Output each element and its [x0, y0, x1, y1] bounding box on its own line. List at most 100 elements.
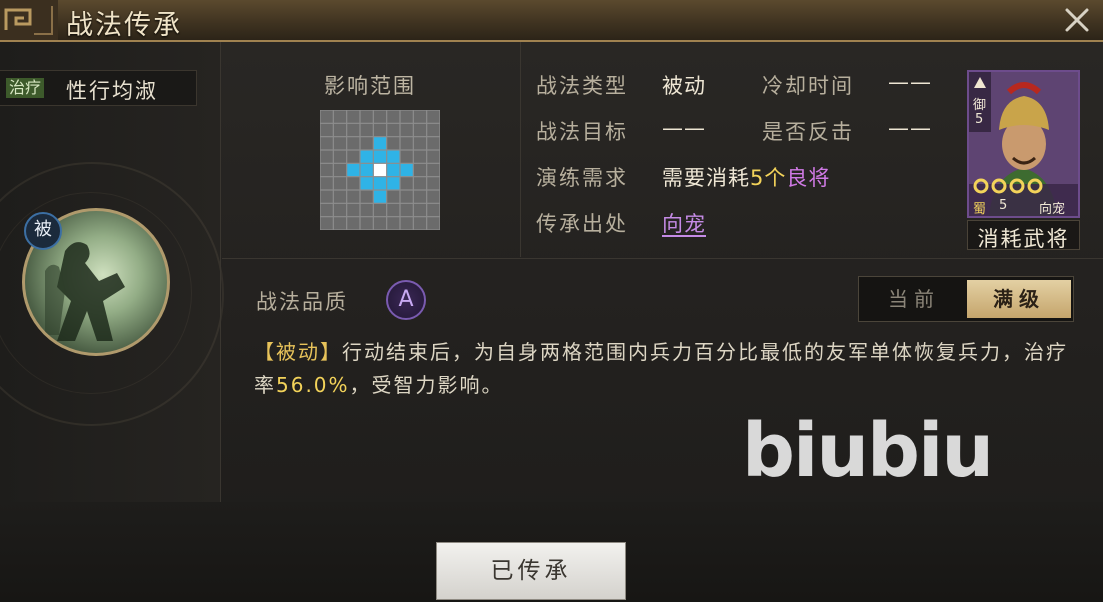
general-level: 5 — [999, 198, 1008, 213]
range-affected-cell — [347, 163, 360, 177]
range-cell — [400, 137, 413, 150]
range-cell — [427, 150, 440, 163]
range-cell — [400, 217, 413, 230]
train-requirement-value: 需要消耗5个良将 — [662, 162, 830, 192]
current-level-tab[interactable]: 当前 — [862, 280, 966, 318]
range-cell — [333, 177, 347, 190]
range-cell — [360, 137, 373, 150]
general-cost: 5 — [975, 112, 984, 127]
window-title: 战法传承 — [66, 10, 182, 41]
range-cell — [413, 203, 427, 217]
range-cell — [387, 123, 400, 137]
range-cell — [333, 190, 347, 203]
range-cell — [333, 123, 347, 137]
range-cell — [427, 217, 440, 230]
range-affected-cell — [373, 190, 387, 203]
range-cell — [400, 123, 413, 137]
cooldown-value: —— — [888, 70, 932, 94]
range-cell — [413, 150, 427, 163]
skill-inherit-window: 战法传承 治疗 性行均淑 被 影响范围 战法类型 被动 冷却时间 —— 战法目标… — [0, 0, 1103, 602]
level-toggle: 当前 满级 — [858, 276, 1074, 322]
range-cell — [427, 190, 440, 203]
range-cell — [413, 137, 427, 150]
range-cell — [320, 150, 333, 163]
max-level-tab[interactable]: 满级 — [967, 280, 1071, 318]
range-center-cell — [373, 163, 387, 177]
range-cell — [320, 190, 333, 203]
range-cell — [373, 217, 387, 230]
range-cell — [347, 177, 360, 190]
range-cell — [413, 217, 427, 230]
cooldown-label: 冷却时间 — [762, 74, 854, 98]
range-cell — [413, 177, 427, 190]
skill-category-chip: 治疗 — [6, 78, 45, 98]
inherited-button[interactable]: 已传承 — [436, 542, 626, 600]
train-count: 5个 — [750, 166, 787, 190]
range-cell — [347, 110, 360, 123]
general-type: 御 — [973, 98, 987, 113]
range-cell — [373, 123, 387, 137]
skill-name-tag: 治疗 性行均淑 — [0, 70, 197, 106]
skill-target-value: —— — [662, 116, 706, 140]
counter-label: 是否反击 — [762, 120, 854, 144]
range-cell — [347, 137, 360, 150]
range-cell — [413, 110, 427, 123]
range-cell — [360, 190, 373, 203]
train-prefix: 需要消耗 — [662, 166, 750, 190]
train-requirement-label: 演练需求 — [536, 166, 628, 190]
range-cell — [320, 137, 333, 150]
train-item: 良将 — [786, 166, 831, 190]
range-cell — [360, 217, 373, 230]
range-cell — [333, 110, 347, 123]
heal-rate: 56.0% — [276, 373, 350, 397]
range-cell — [387, 190, 400, 203]
range-cell — [427, 163, 440, 177]
range-cell — [427, 137, 440, 150]
title-bar: 战法传承 — [0, 0, 1103, 42]
range-cell — [320, 177, 333, 190]
range-affected-cell — [373, 177, 387, 190]
range-cell — [427, 177, 440, 190]
title-ornament-icon — [0, 0, 58, 40]
watermark-text: biubiu — [742, 408, 994, 494]
range-cell — [400, 177, 413, 190]
skill-type-value: 被动 — [662, 74, 706, 98]
range-label: 影响范围 — [324, 74, 416, 98]
range-cell — [347, 217, 360, 230]
range-affected-cell — [373, 150, 387, 163]
quality-grade-badge: A — [386, 280, 426, 320]
origin-general-link[interactable]: 向宠 — [662, 208, 706, 238]
range-cell — [360, 110, 373, 123]
range-cell — [320, 110, 333, 123]
range-cell — [400, 150, 413, 163]
range-cell — [333, 137, 347, 150]
range-cell — [373, 203, 387, 217]
range-cell — [400, 190, 413, 203]
range-cell — [360, 203, 373, 217]
quality-label: 战法品质 — [256, 290, 348, 314]
range-cell — [427, 110, 440, 123]
general-portrait: 御 5 蜀 5 向宠 — [967, 70, 1080, 218]
range-affected-cell — [360, 163, 373, 177]
center-divider — [520, 42, 521, 257]
unit-type-icon — [974, 77, 986, 88]
skill-type-label: 战法类型 — [536, 74, 628, 98]
range-cell — [400, 203, 413, 217]
range-cell — [333, 150, 347, 163]
description-tag: 【被动】 — [254, 340, 342, 364]
range-affected-cell — [360, 150, 373, 163]
skill-name: 性行均淑 — [66, 79, 158, 103]
origin-label: 传承出处 — [536, 212, 628, 236]
range-cell — [333, 217, 347, 230]
range-cell — [347, 203, 360, 217]
range-cell — [427, 123, 440, 137]
range-cell — [347, 150, 360, 163]
range-cell — [320, 217, 333, 230]
range-affected-cell — [387, 177, 400, 190]
range-cell — [387, 110, 400, 123]
skill-description: 【被动】行动结束后，为自身两格范围内兵力百分比最低的友军单体恢复兵力，治疗率56… — [254, 336, 1084, 402]
passive-badge: 被 — [24, 212, 62, 250]
general-card[interactable]: 御 5 蜀 5 向宠 消耗武将 — [967, 70, 1080, 251]
range-cell — [320, 123, 333, 137]
close-icon[interactable] — [1061, 4, 1093, 36]
